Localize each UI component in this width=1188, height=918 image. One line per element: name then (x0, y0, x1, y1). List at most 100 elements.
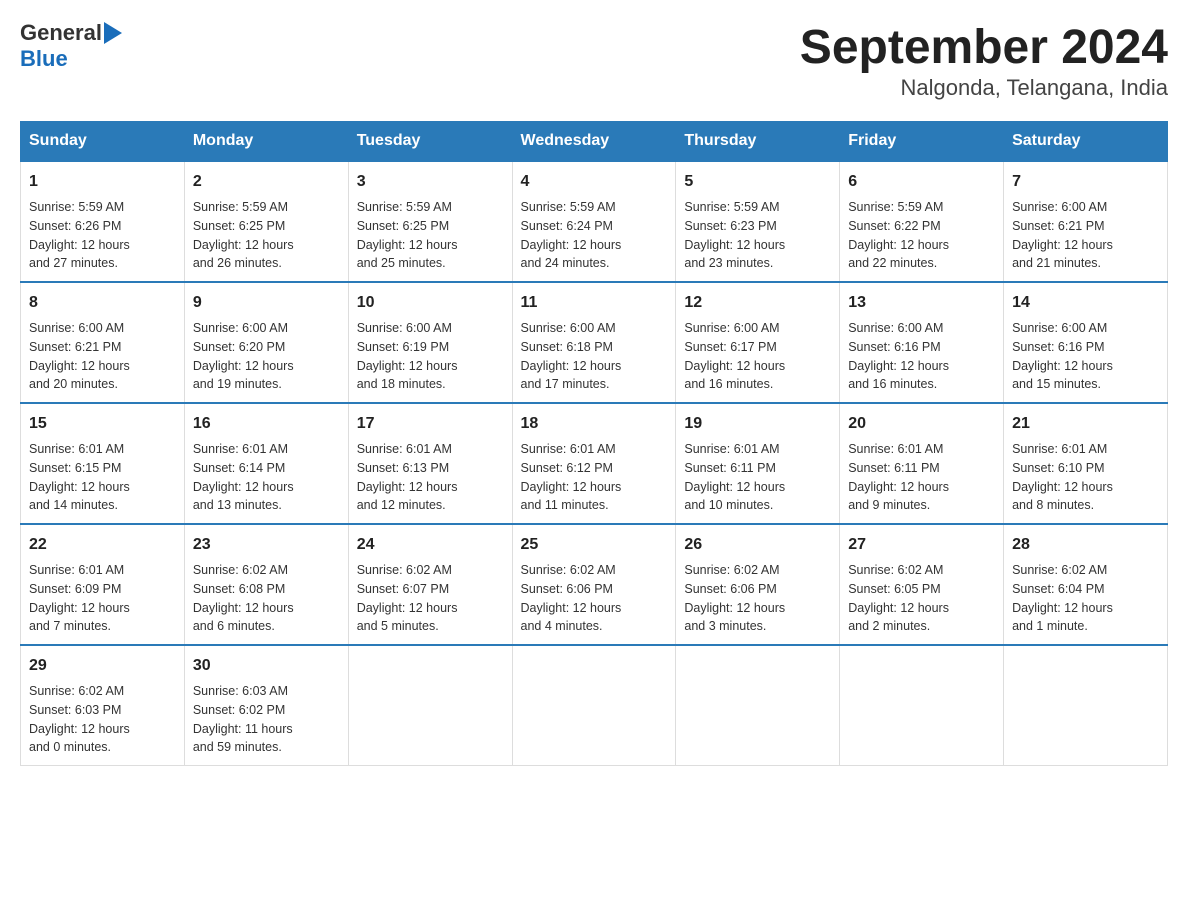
calendar-cell-w1-d5: 6 Sunrise: 5:59 AMSunset: 6:22 PMDaylight… (840, 161, 1004, 282)
day-info: Sunrise: 6:01 AMSunset: 6:09 PMDaylight:… (29, 561, 176, 636)
day-number: 25 (521, 533, 668, 557)
day-number: 15 (29, 412, 176, 436)
day-number: 6 (848, 170, 995, 194)
calendar-week-2: 8 Sunrise: 6:00 AMSunset: 6:21 PMDaylight… (21, 282, 1168, 403)
day-info: Sunrise: 6:00 AMSunset: 6:18 PMDaylight:… (521, 319, 668, 394)
calendar-table: Sunday Monday Tuesday Wednesday Thursday… (20, 121, 1168, 766)
calendar-week-4: 22Sunrise: 6:01 AMSunset: 6:09 PMDayligh… (21, 524, 1168, 645)
day-number: 7 (1012, 170, 1159, 194)
calendar-cell-w4-d4: 26 Sunrise: 6:02 AMSunset: 6:06 PMDayligh… (676, 524, 840, 645)
day-number: 27 (848, 533, 995, 557)
day-info: Sunrise: 6:02 AMSunset: 6:04 PMDaylight:… (1012, 561, 1159, 636)
calendar-cell-w2-d6: 14 Sunrise: 6:00 AMSunset: 6:16 PMDayligh… (1004, 282, 1168, 403)
header-tuesday: Tuesday (348, 122, 512, 162)
calendar-cell-w2-d0: 8 Sunrise: 6:00 AMSunset: 6:21 PMDaylight… (21, 282, 185, 403)
day-info: Sunrise: 6:02 AMSunset: 6:06 PMDaylight:… (684, 561, 831, 636)
calendar-title: September 2024 (800, 20, 1168, 75)
calendar-cell-w4-d1: 23 Sunrise: 6:02 AMSunset: 6:08 PMDayligh… (184, 524, 348, 645)
day-number: 4 (521, 170, 668, 194)
calendar-cell-w1-d3: 4 Sunrise: 5:59 AMSunset: 6:24 PMDaylight… (512, 161, 676, 282)
day-number: 5 (684, 170, 831, 194)
day-number: 3 (357, 170, 504, 194)
day-info: Sunrise: 5:59 AMSunset: 6:22 PMDaylight:… (848, 198, 995, 273)
day-info: Sunrise: 6:01 AMSunset: 6:13 PMDaylight:… (357, 440, 504, 515)
day-number: 18 (521, 412, 668, 436)
day-info: Sunrise: 6:02 AMSunset: 6:06 PMDaylight:… (521, 561, 668, 636)
calendar-cell-w4-d2: 24 Sunrise: 6:02 AMSunset: 6:07 PMDayligh… (348, 524, 512, 645)
calendar-cell-w2-d4: 12 Sunrise: 6:00 AMSunset: 6:17 PMDayligh… (676, 282, 840, 403)
day-number: 28 (1012, 533, 1159, 557)
logo-triangle-icon (104, 22, 122, 44)
day-number: 17 (357, 412, 504, 436)
day-info: Sunrise: 6:02 AMSunset: 6:08 PMDaylight:… (193, 561, 340, 636)
day-info: Sunrise: 5:59 AMSunset: 6:25 PMDaylight:… (193, 198, 340, 273)
day-number: 8 (29, 291, 176, 315)
day-number: 16 (193, 412, 340, 436)
calendar-cell-w5-d4 (676, 645, 840, 766)
day-info: Sunrise: 5:59 AMSunset: 6:25 PMDaylight:… (357, 198, 504, 273)
day-info: Sunrise: 6:01 AMSunset: 6:15 PMDaylight:… (29, 440, 176, 515)
logo-text-main: General (20, 20, 102, 46)
calendar-cell-w5-d3 (512, 645, 676, 766)
day-number: 29 (29, 654, 176, 678)
day-info: Sunrise: 6:00 AMSunset: 6:16 PMDaylight:… (1012, 319, 1159, 394)
calendar-cell-w1-d6: 7 Sunrise: 6:00 AMSunset: 6:21 PMDaylight… (1004, 161, 1168, 282)
day-number: 26 (684, 533, 831, 557)
logo: General Blue (20, 20, 122, 72)
calendar-cell-w4-d0: 22Sunrise: 6:01 AMSunset: 6:09 PMDayligh… (21, 524, 185, 645)
calendar-cell-w5-d6 (1004, 645, 1168, 766)
calendar-cell-w4-d6: 28 Sunrise: 6:02 AMSunset: 6:04 PMDayligh… (1004, 524, 1168, 645)
calendar-week-1: 1Sunrise: 5:59 AMSunset: 6:26 PMDaylight… (21, 161, 1168, 282)
day-info: Sunrise: 6:00 AMSunset: 6:21 PMDaylight:… (29, 319, 176, 394)
calendar-cell-w1-d0: 1Sunrise: 5:59 AMSunset: 6:26 PMDaylight… (21, 161, 185, 282)
day-info: Sunrise: 6:00 AMSunset: 6:16 PMDaylight:… (848, 319, 995, 394)
day-info: Sunrise: 6:00 AMSunset: 6:21 PMDaylight:… (1012, 198, 1159, 273)
calendar-cell-w3-d6: 21Sunrise: 6:01 AMSunset: 6:10 PMDayligh… (1004, 403, 1168, 524)
calendar-cell-w2-d1: 9 Sunrise: 6:00 AMSunset: 6:20 PMDaylight… (184, 282, 348, 403)
header-wednesday: Wednesday (512, 122, 676, 162)
header-monday: Monday (184, 122, 348, 162)
calendar-cell-w5-d2 (348, 645, 512, 766)
day-number: 14 (1012, 291, 1159, 315)
day-number: 13 (848, 291, 995, 315)
weekday-header-row: Sunday Monday Tuesday Wednesday Thursday… (21, 122, 1168, 162)
day-info: Sunrise: 6:00 AMSunset: 6:17 PMDaylight:… (684, 319, 831, 394)
day-info: Sunrise: 6:02 AMSunset: 6:07 PMDaylight:… (357, 561, 504, 636)
calendar-cell-w3-d3: 18 Sunrise: 6:01 AMSunset: 6:12 PMDayligh… (512, 403, 676, 524)
calendar-cell-w5-d0: 29 Sunrise: 6:02 AMSunset: 6:03 PMDayligh… (21, 645, 185, 766)
calendar-cell-w1-d1: 2 Sunrise: 5:59 AMSunset: 6:25 PMDaylight… (184, 161, 348, 282)
day-number: 10 (357, 291, 504, 315)
calendar-cell-w4-d5: 27Sunrise: 6:02 AMSunset: 6:05 PMDayligh… (840, 524, 1004, 645)
day-info: Sunrise: 6:01 AMSunset: 6:12 PMDaylight:… (521, 440, 668, 515)
day-info: Sunrise: 6:02 AMSunset: 6:03 PMDaylight:… (29, 682, 176, 757)
calendar-cell-w3-d0: 15 Sunrise: 6:01 AMSunset: 6:15 PMDayligh… (21, 403, 185, 524)
title-block: September 2024 Nalgonda, Telangana, Indi… (800, 20, 1168, 101)
calendar-cell-w2-d2: 10Sunrise: 6:00 AMSunset: 6:19 PMDayligh… (348, 282, 512, 403)
header-thursday: Thursday (676, 122, 840, 162)
day-number: 11 (521, 291, 668, 315)
day-number: 12 (684, 291, 831, 315)
day-info: Sunrise: 5:59 AMSunset: 6:23 PMDaylight:… (684, 198, 831, 273)
calendar-cell-w2-d5: 13 Sunrise: 6:00 AMSunset: 6:16 PMDayligh… (840, 282, 1004, 403)
calendar-week-5: 29 Sunrise: 6:02 AMSunset: 6:03 PMDayligh… (21, 645, 1168, 766)
calendar-cell-w1-d2: 3 Sunrise: 5:59 AMSunset: 6:25 PMDaylight… (348, 161, 512, 282)
calendar-cell-w3-d2: 17 Sunrise: 6:01 AMSunset: 6:13 PMDayligh… (348, 403, 512, 524)
logo-text-blue: Blue (20, 46, 68, 72)
calendar-cell-w1-d4: 5 Sunrise: 5:59 AMSunset: 6:23 PMDaylight… (676, 161, 840, 282)
day-number: 19 (684, 412, 831, 436)
calendar-subtitle: Nalgonda, Telangana, India (800, 75, 1168, 101)
day-number: 2 (193, 170, 340, 194)
calendar-week-3: 15 Sunrise: 6:01 AMSunset: 6:15 PMDayligh… (21, 403, 1168, 524)
header-friday: Friday (840, 122, 1004, 162)
day-info: Sunrise: 6:01 AMSunset: 6:10 PMDaylight:… (1012, 440, 1159, 515)
day-info: Sunrise: 6:00 AMSunset: 6:20 PMDaylight:… (193, 319, 340, 394)
day-number: 23 (193, 533, 340, 557)
calendar-cell-w5-d1: 30Sunrise: 6:03 AMSunset: 6:02 PMDayligh… (184, 645, 348, 766)
day-info: Sunrise: 5:59 AMSunset: 6:24 PMDaylight:… (521, 198, 668, 273)
calendar-cell-w3-d5: 20Sunrise: 6:01 AMSunset: 6:11 PMDayligh… (840, 403, 1004, 524)
day-number: 9 (193, 291, 340, 315)
day-number: 24 (357, 533, 504, 557)
day-number: 20 (848, 412, 995, 436)
day-info: Sunrise: 5:59 AMSunset: 6:26 PMDaylight:… (29, 198, 176, 273)
day-info: Sunrise: 6:01 AMSunset: 6:11 PMDaylight:… (684, 440, 831, 515)
